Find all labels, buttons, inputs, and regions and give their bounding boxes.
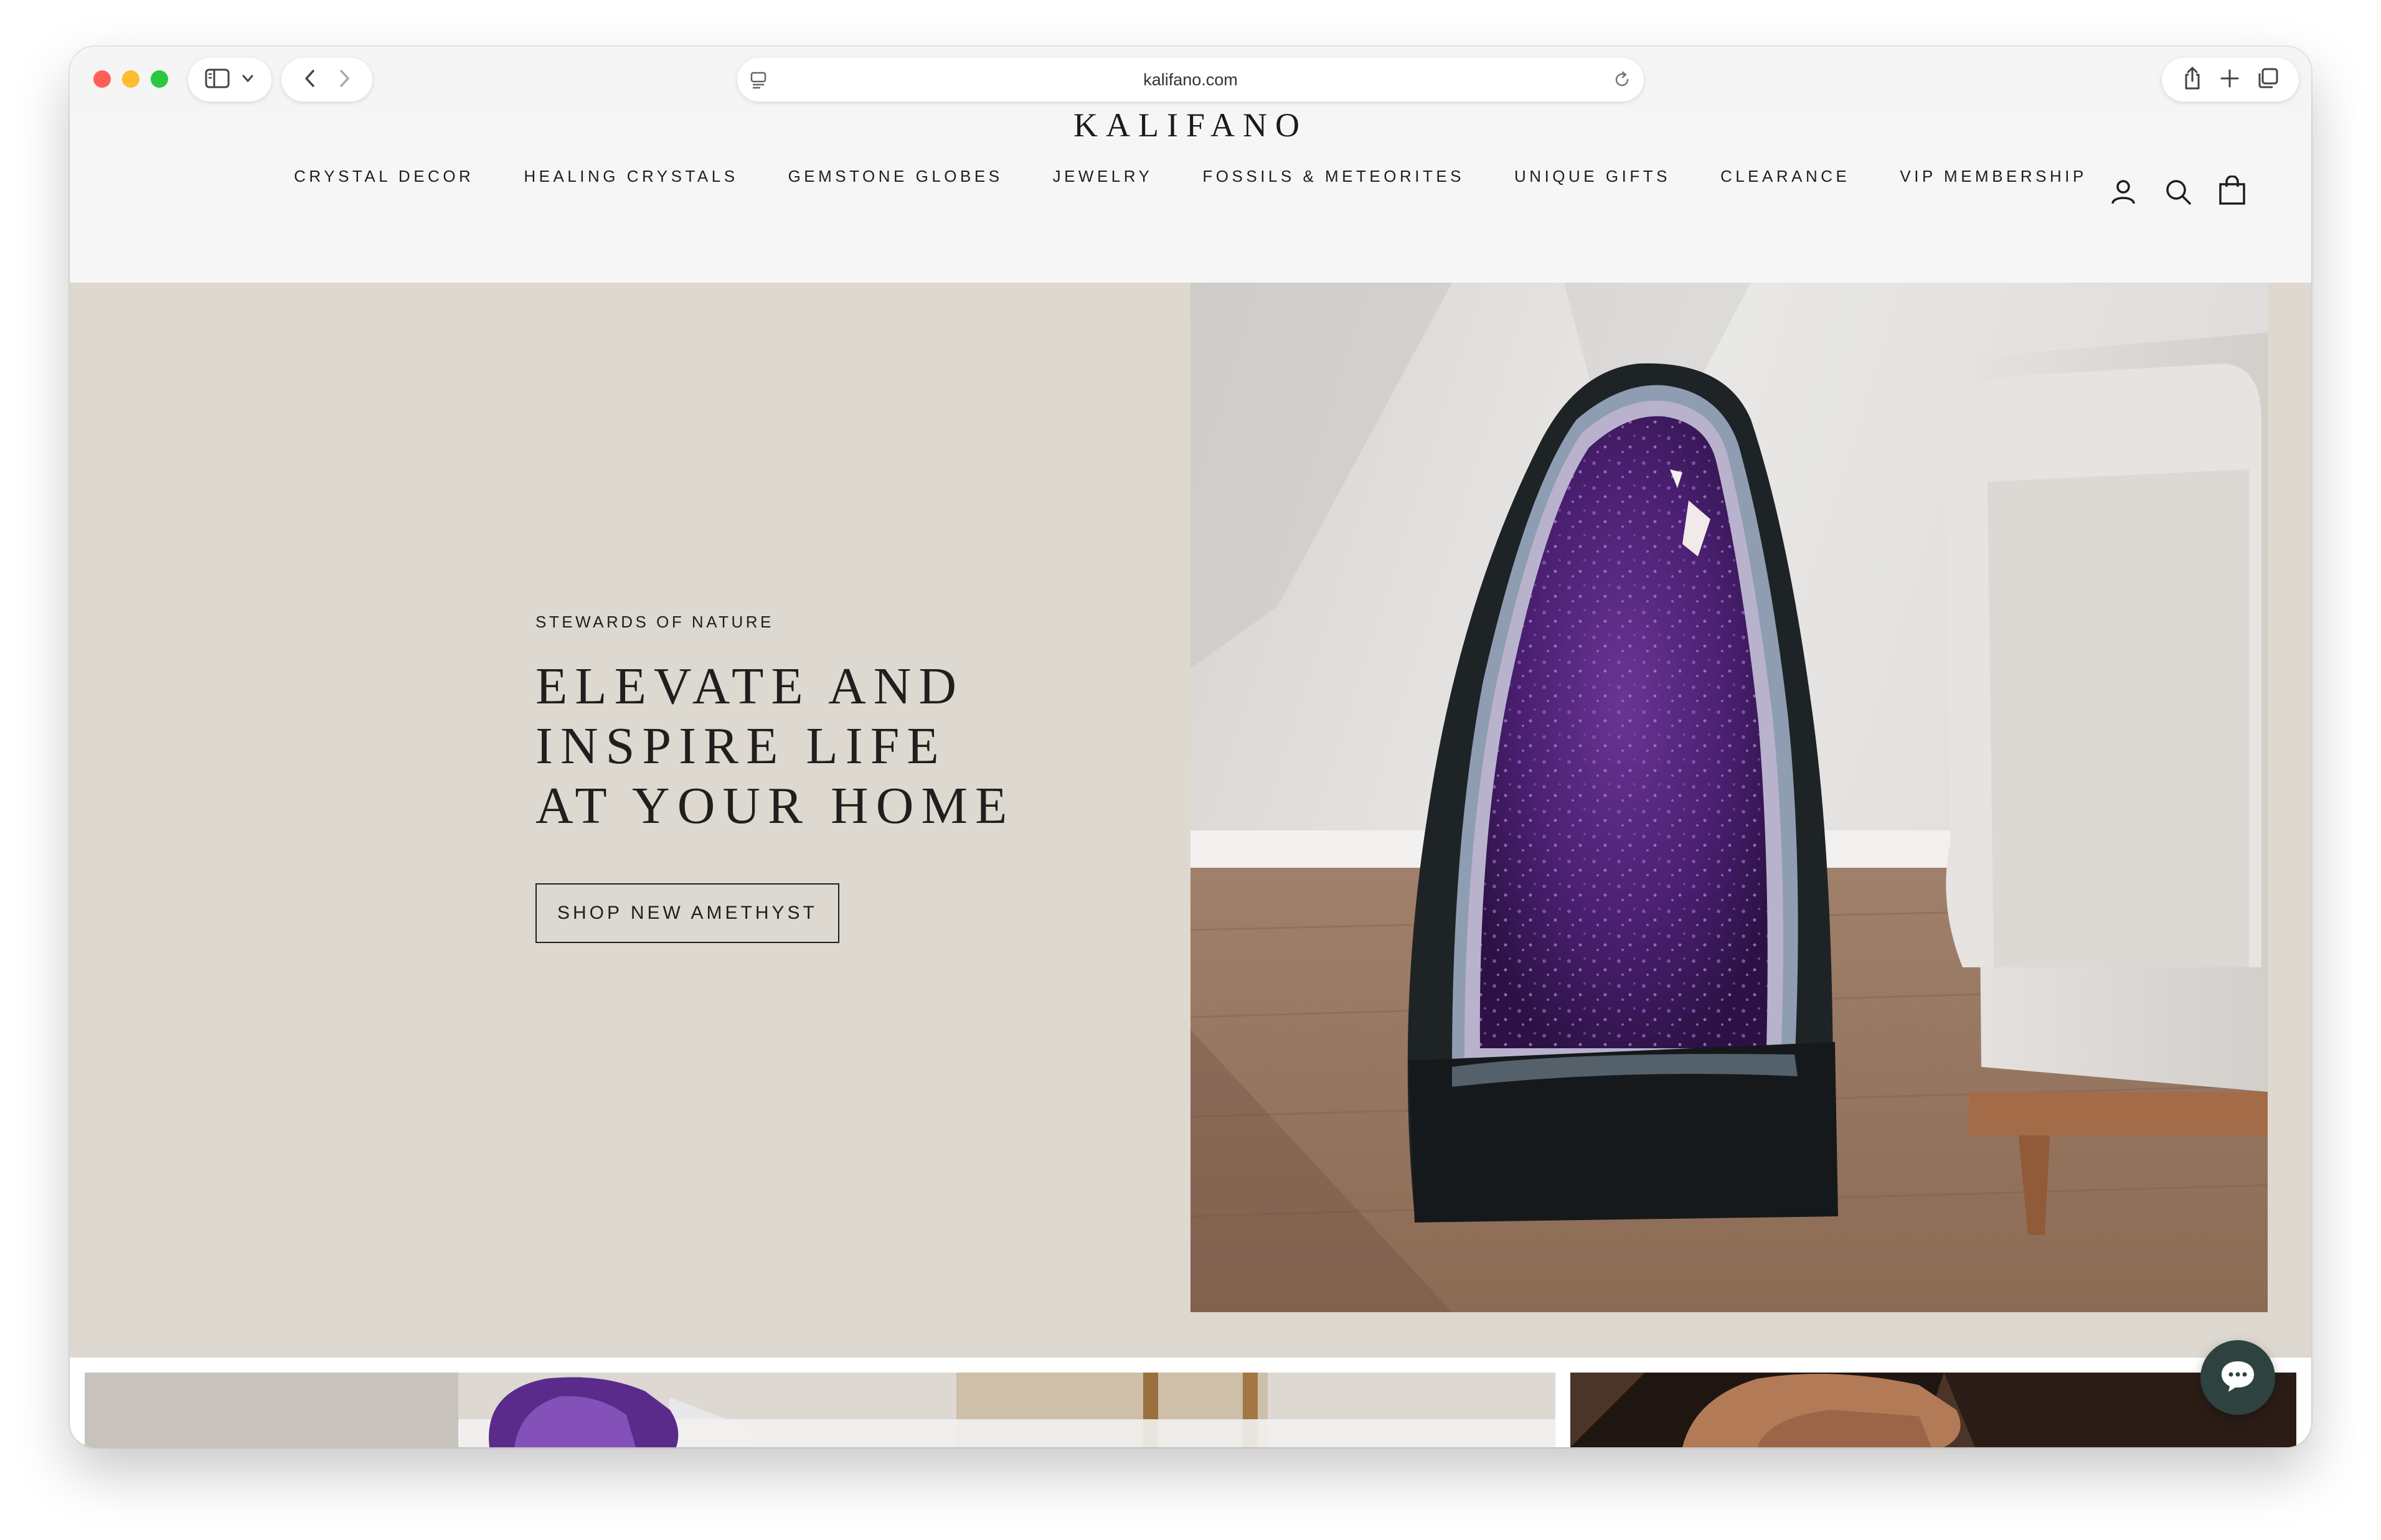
reload-icon[interactable]	[1613, 70, 1631, 92]
minimize-window-button[interactable]	[122, 70, 139, 88]
new-tab-icon[interactable]	[2220, 68, 2240, 92]
chat-bubble-icon	[2219, 1359, 2256, 1397]
featured-cards-row	[70, 1358, 2311, 1447]
hero-text-block: STEWARDS OF NATURE ELEVATE AND INSPIRE L…	[535, 613, 1096, 943]
nav-unique-gifts[interactable]: UNIQUE GIFTS	[1514, 164, 1671, 189]
shop-new-amethyst-button[interactable]: SHOP NEW AMETHYST	[535, 883, 839, 943]
nav-healing-crystals[interactable]: HEALING CRYSTALS	[524, 164, 738, 189]
history-nav-group	[281, 58, 372, 101]
sidebar-icon[interactable]	[205, 68, 230, 92]
hero-title-line: AT YOUR HOME	[535, 777, 1015, 835]
hero-eyebrow: STEWARDS OF NATURE	[535, 613, 774, 631]
amethyst-geode-illustration	[1190, 283, 2268, 1312]
nav-gemstone-globes[interactable]: GEMSTONE GLOBES	[788, 164, 1003, 189]
amethyst-cluster-image	[85, 1373, 1555, 1447]
nav-vip-membership[interactable]: VIP MEMBERSHIP	[1900, 164, 2086, 189]
zoom-window-button[interactable]	[151, 70, 168, 88]
nav-fossils-meteorites[interactable]: FOSSILS & METEORITES	[1202, 164, 1464, 189]
hero-title: ELEVATE AND INSPIRE LIFE AT YOUR HOME	[535, 657, 1096, 836]
featured-card-jewelry[interactable]	[1570, 1373, 2296, 1447]
hero-section: STEWARDS OF NATURE ELEVATE AND INSPIRE L…	[70, 283, 2311, 1358]
hero-title-line: ELEVATE AND	[535, 657, 964, 715]
chevron-down-icon[interactable]	[241, 72, 255, 88]
hero-title-line: INSPIRE LIFE	[535, 717, 946, 775]
nav-clearance[interactable]: CLEARANCE	[1720, 164, 1850, 189]
site-header: KALIFANO CRYSTAL DECOR HEALING CRYSTALS …	[70, 106, 2311, 283]
nav-jewelry[interactable]: JEWELRY	[1053, 164, 1153, 189]
address-bar[interactable]: kalifano.com	[737, 58, 1644, 101]
nav-crystal-decor[interactable]: CRYSTAL DECOR	[294, 164, 474, 189]
model-portrait-image	[1570, 1373, 2296, 1447]
close-window-button[interactable]	[93, 70, 111, 88]
tab-overview-icon[interactable]	[2256, 67, 2279, 93]
chat-button[interactable]	[2200, 1340, 2275, 1415]
featured-card-amethyst[interactable]	[85, 1373, 1555, 1447]
url-text[interactable]: kalifano.com	[737, 58, 1644, 101]
browser-actions-group	[2162, 58, 2299, 101]
share-icon[interactable]	[2182, 66, 2203, 94]
browser-window: kalifano.com KALIFANO CRYSTAL DECOR HEAL…	[70, 47, 2311, 1447]
amethyst-geode-image[interactable]	[1190, 283, 2268, 1312]
site-logo[interactable]: KALIFANO	[70, 106, 2311, 144]
sidebar-toggle-group	[188, 58, 271, 101]
back-icon[interactable]	[303, 68, 318, 92]
forward-icon[interactable]	[337, 68, 352, 92]
main-navigation: CRYSTAL DECOR HEALING CRYSTALS GEMSTONE …	[70, 164, 2311, 189]
